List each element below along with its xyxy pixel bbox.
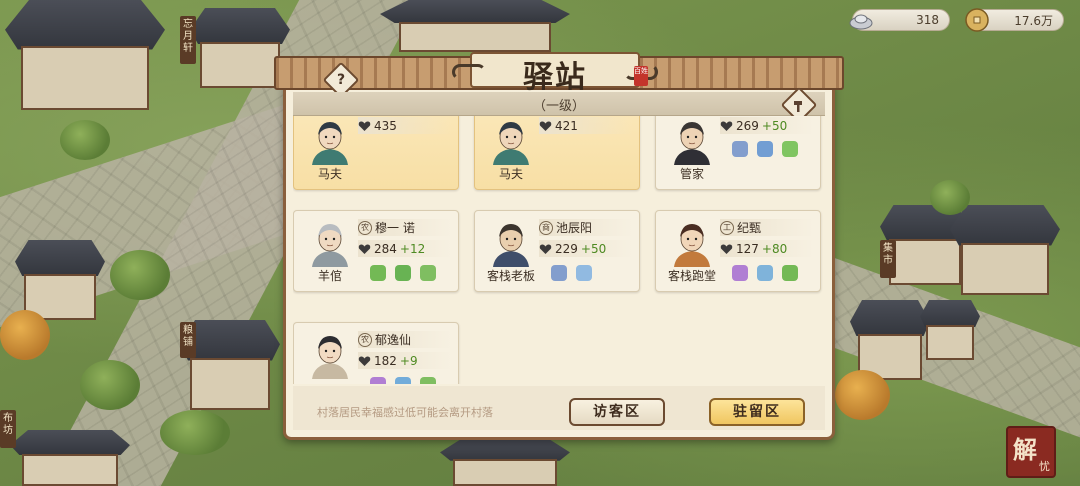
happiness-value: 435 [374,118,397,133]
leaf-icon[interactable] [370,265,386,281]
resident-role: 管家 [679,167,704,181]
happiness-row: 229 +50 [539,240,633,257]
resident-portrait [485,116,537,165]
coin-value: 17.6万 [1014,13,1053,28]
resident-role: 羊倌 [317,269,342,283]
heart-hand-icon [358,355,371,367]
resident-portrait [485,215,537,267]
seal-small-char: 忧 [1039,460,1050,473]
profession-badge-icon: 农 [358,332,372,347]
resident-name: 池辰阳 [556,221,593,235]
resident-portrait [304,116,356,165]
happiness-value: 229 [555,241,578,256]
visitor-area-button[interactable]: 访客区 [569,398,665,426]
heart-hand-icon [358,120,371,132]
panel-title: 驿站 [523,60,587,95]
seal-big-char: 解 [1013,435,1037,464]
resident-name-row: 商池辰阳 [539,219,633,236]
question-icon: ? [336,72,346,88]
panel-footer: 村落居民幸福感过低可能会离开村落 访客区 驻留区 [293,386,825,430]
happiness-row: 269 +50 [720,117,814,134]
skill-icons [732,141,798,157]
resident-name: 穆一 诺 [375,221,415,235]
resident-role: 马夫 [317,167,342,181]
happiness-value: 421 [555,118,578,133]
resident-name-row: 农穆一 诺 [358,219,452,236]
resident-portrait [304,215,356,267]
flower-icon[interactable] [395,377,411,384]
profession-badge-icon: 农 [358,220,372,235]
happiness-bonus: +50 [580,241,607,256]
happiness-value: 182 [374,353,397,368]
level-label: （一级） [532,99,585,114]
grass-icon[interactable] [395,265,411,281]
resident-role: 客栈老板 [486,269,535,283]
resident-card[interactable]: 羊倌 农穆一 诺 284 +12 [293,210,459,292]
heart-hand-icon [720,120,733,132]
wave-icon[interactable] [757,265,773,281]
heart-hand-icon [539,120,552,132]
happiness-bonus: +9 [399,353,418,368]
profession-badge-icon: 工 [720,220,734,235]
cloud-icon[interactable] [576,265,592,281]
jieyou-seal-button[interactable]: 解 忧 [1006,426,1056,478]
copper-coin-icon [963,6,991,34]
resident-name-row: 农郁逸仙 [358,331,452,348]
gourd-icon[interactable] [732,265,748,281]
skill-icons [370,265,436,281]
happiness-warning: 村落居民幸福感过低可能会离开村落 [317,406,493,419]
resident-card[interactable]: 管家 269 +50 [655,116,821,190]
happiness-bonus: +80 [761,241,788,256]
skill-icons [551,265,592,281]
sprout-icon[interactable] [420,377,436,384]
skill-icons [370,377,436,384]
skill-icons [732,265,798,281]
resident-name: 郁逸仙 [375,333,412,347]
happiness-bonus: +12 [399,241,426,256]
book-icon[interactable] [782,141,798,157]
happiness-row: 421 [539,117,633,134]
resident-card[interactable]: 客栈老板 商池辰阳 229 +50 [474,210,640,292]
coin-counter[interactable]: 17.6万 [965,8,1064,32]
talent-icon[interactable] [551,265,567,281]
sprout-icon[interactable] [420,265,436,281]
scroll-icon[interactable] [757,141,773,157]
resident-role: 客栈跑堂 [667,269,716,283]
resident-portrait [666,215,718,267]
resident-card[interactable]: 马夫 435 [293,116,459,190]
heart-hand-icon [720,243,733,255]
level-bar: （一级） [293,92,825,116]
resident-card[interactable]: 马夫 421 [474,116,640,190]
resident-role: 马夫 [498,167,523,181]
resident-portrait [304,327,356,379]
leaf-icon[interactable] [782,265,798,281]
resident-portrait [666,116,718,165]
heart-hand-icon [358,243,371,255]
silver-ingot-icon [847,6,875,34]
happiness-row: 182 +9 [358,352,452,369]
hammer-icon [792,98,806,112]
talent-icon[interactable] [732,141,748,157]
happiness-value: 269 [736,118,759,133]
resident-card[interactable]: 农郁逸仙 182 +9 [293,322,459,384]
happiness-bonus: +50 [761,118,788,133]
happiness-value: 127 [736,241,759,256]
happiness-row: 435 [358,117,452,134]
heart-hand-icon [539,243,552,255]
resident-card[interactable]: 客栈跑堂 工纪甄 127 +80 [655,210,821,292]
gourd-icon[interactable] [370,377,386,384]
silver-counter[interactable]: 318 [849,9,950,31]
profession-badge-icon: 商 [539,220,553,235]
resident-name: 纪甄 [737,221,762,235]
resident-name-row: 工纪甄 [720,219,814,236]
happiness-value: 284 [374,241,397,256]
silver-value: 318 [916,13,939,27]
resident-list[interactable]: 马夫 435 马夫 421 管家 269 +50 羊倌农穆一 诺 284 +12 客栈老板商池辰阳 2… [293,116,825,384]
stay-area-button[interactable]: 驻留区 [709,398,805,426]
title-plate: 驿站 百姓 [450,46,660,95]
happiness-row: 284 +12 [358,240,452,257]
title-stamp: 百姓 [634,66,648,86]
happiness-row: 127 +80 [720,240,814,257]
